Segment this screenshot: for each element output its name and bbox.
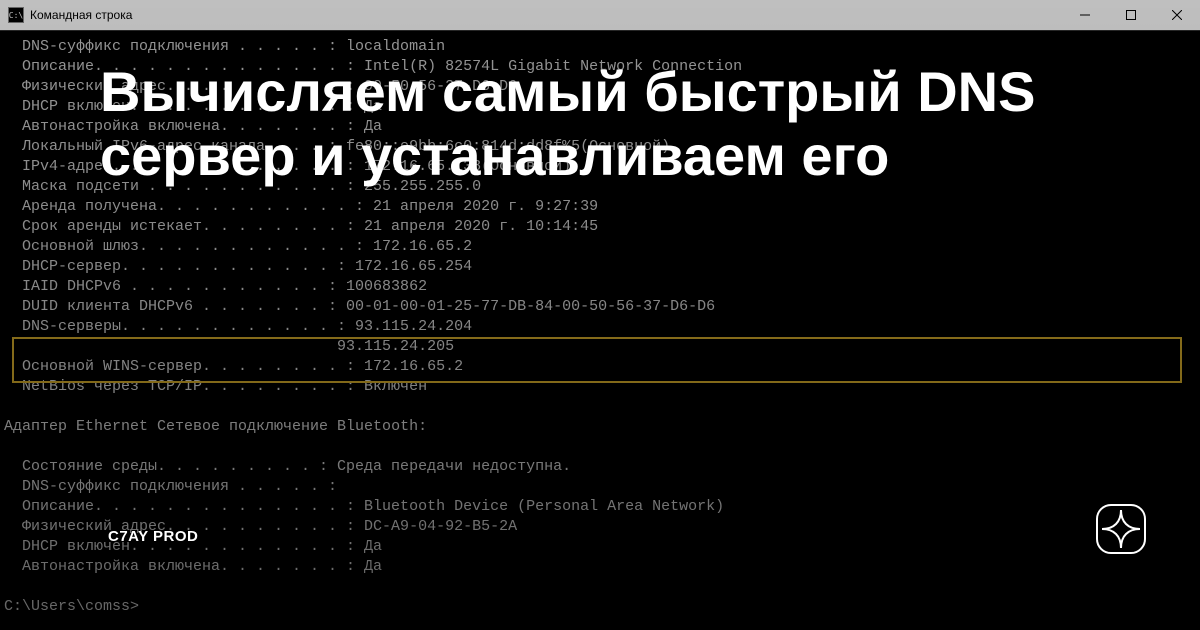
zen-spark-icon	[1096, 504, 1146, 554]
console-line: Аренда получена. . . . . . . . . . . : 2…	[22, 197, 1200, 217]
console-line: DHCP-сервер. . . . . . . . . . . . : 172…	[22, 257, 1200, 277]
cmd-icon: C:\	[8, 7, 24, 23]
console-line: Адаптер Ethernet Сетевое подключение Blu…	[4, 417, 1200, 437]
article-headline: Вычисляем самый быстрый DNS сервер и уст…	[100, 60, 1100, 188]
maximize-button[interactable]	[1108, 0, 1154, 30]
console-line: Основной WINS-сервер. . . . . . . . : 17…	[22, 357, 1200, 377]
console-line: DNS-суффикс подключения . . . . . :	[22, 477, 1200, 497]
console-line: DNS-серверы. . . . . . . . . . . . : 93.…	[22, 317, 1200, 337]
console-line	[22, 437, 1200, 457]
author-label: C7AY PROD	[108, 528, 198, 545]
console-line: Состояние среды. . . . . . . . . : Среда…	[22, 457, 1200, 477]
console-line	[22, 577, 1200, 597]
console-line: DNS-суффикс подключения . . . . . : loca…	[22, 37, 1200, 57]
console-line: DHCP включен. . . . . . . . . . . . : Да	[22, 537, 1200, 557]
console-line	[22, 397, 1200, 417]
console-line: Описание. . . . . . . . . . . . . . : Bl…	[22, 497, 1200, 517]
console-line: Срок аренды истекает. . . . . . . . : 21…	[22, 217, 1200, 237]
console-line: IAID DHCPv6 . . . . . . . . . . . : 1006…	[22, 277, 1200, 297]
window-controls	[1062, 0, 1200, 30]
minimize-button[interactable]	[1062, 0, 1108, 30]
console-line: C:\Users\comss>	[4, 597, 1200, 617]
console-line: 93.115.24.205	[22, 337, 1200, 357]
close-button[interactable]	[1154, 0, 1200, 30]
window-titlebar: C:\ Командная строка	[0, 0, 1200, 30]
window-title: Командная строка	[30, 8, 132, 22]
console-line: NetBios через TCP/IP. . . . . . . . : Вк…	[22, 377, 1200, 397]
console-line: Физический адрес. . . . . . . . . . : DC…	[22, 517, 1200, 537]
console-line: DUID клиента DHCPv6 . . . . . . . : 00-0…	[22, 297, 1200, 317]
console-line: Основной шлюз. . . . . . . . . . . . : 1…	[22, 237, 1200, 257]
console-line: Автонастройка включена. . . . . . . : Да	[22, 557, 1200, 577]
